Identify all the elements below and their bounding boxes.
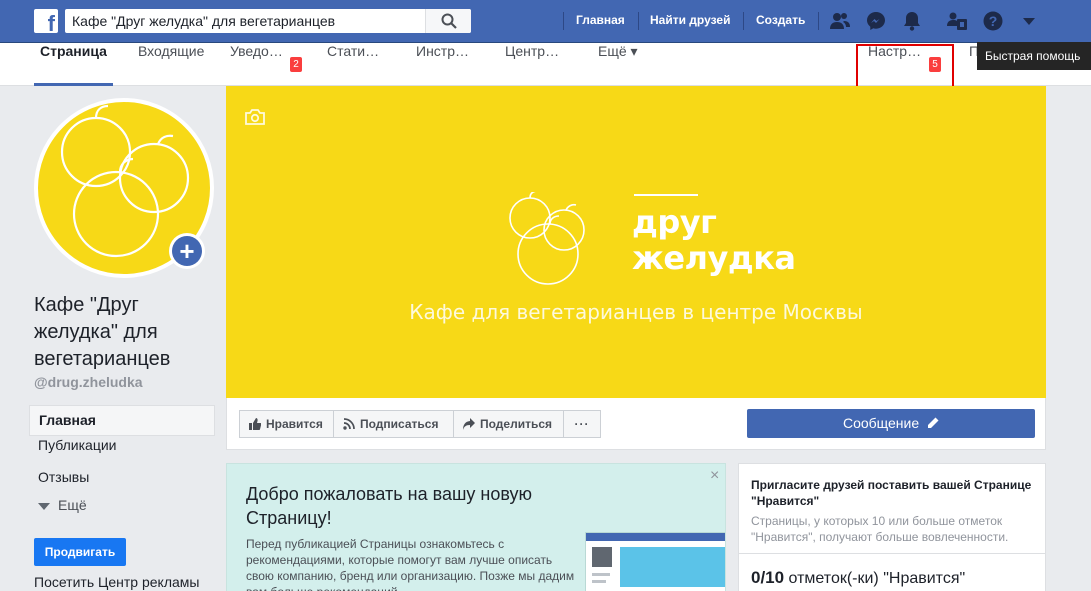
nav-separator bbox=[818, 12, 819, 30]
like-button-label: Нравится bbox=[266, 417, 323, 431]
left-nav-more[interactable]: Ещё bbox=[29, 497, 215, 528]
follow-button-label: Подписаться bbox=[360, 417, 439, 431]
share-arrow-icon bbox=[463, 418, 475, 430]
nav-find-friends-link[interactable]: Найти друзей bbox=[650, 13, 730, 27]
help-icon[interactable]: ? bbox=[982, 10, 1004, 32]
cover-photo[interactable]: друг желудка Кафе для вегетарианцев в це… bbox=[226, 86, 1046, 398]
share-button[interactable]: Поделиться bbox=[453, 410, 564, 438]
left-nav-reviews[interactable]: Отзывы bbox=[29, 469, 215, 500]
cover-apples-icon bbox=[509, 192, 585, 285]
cover-brand-line1: друг bbox=[632, 203, 717, 241]
facebook-logo-icon[interactable]: f bbox=[34, 9, 58, 35]
welcome-text: Перед публикацией Страницы ознакомьтесь … bbox=[246, 537, 575, 591]
left-nav-more-label: Ещё bbox=[58, 497, 87, 513]
likes-count-label: отметок(-ки) "Нравится" bbox=[788, 570, 966, 587]
welcome-panel: × Добро пожаловать на вашу новую Страниц… bbox=[226, 463, 726, 591]
likes-progress: 0/10 отметок(-ки) "Нравится" bbox=[751, 568, 965, 588]
page-handle[interactable]: @drug.zheludka bbox=[34, 374, 143, 390]
divider bbox=[739, 553, 1045, 554]
thumbs-up-icon bbox=[249, 418, 261, 430]
cover-brand-line2: желудка bbox=[632, 239, 796, 277]
left-nav-home[interactable]: Главная bbox=[29, 405, 215, 436]
nav-home-link[interactable]: Главная bbox=[576, 13, 625, 27]
tab-center[interactable]: Центр… bbox=[505, 43, 559, 86]
welcome-title: Добро пожаловать на вашу новую Страницу! bbox=[246, 484, 533, 528]
camera-icon[interactable] bbox=[245, 109, 265, 125]
invite-title: Пригласите друзей поставить вашей Страни… bbox=[751, 478, 1032, 508]
quick-help-page-icon[interactable] bbox=[946, 10, 968, 32]
tab-tools[interactable]: Инстр… bbox=[416, 43, 469, 86]
notifications-icon[interactable] bbox=[901, 10, 923, 32]
invite-text: Страницы, у которых 10 или больше отмето… bbox=[751, 514, 1009, 544]
page-action-bar: Нравится Подписаться Поделиться ··· Сооб… bbox=[226, 398, 1046, 450]
search-box bbox=[65, 9, 471, 33]
pencil-icon bbox=[928, 417, 939, 428]
tab-more[interactable]: Ещё ▾ bbox=[598, 43, 638, 86]
plus-icon: + bbox=[172, 236, 202, 266]
cover-brand-line bbox=[634, 194, 698, 196]
tab-statistics[interactable]: Стати… bbox=[327, 43, 379, 86]
add-photo-button[interactable]: + bbox=[169, 233, 205, 269]
nav-separator bbox=[638, 12, 639, 30]
settings-highlight-box bbox=[856, 44, 954, 88]
chevron-down-icon bbox=[38, 502, 50, 510]
like-button[interactable]: Нравится bbox=[239, 410, 334, 438]
cover-tagline: Кафе для вегетарианцев в центре Москвы bbox=[409, 300, 863, 324]
page-preview-illustration bbox=[585, 532, 725, 591]
friends-icon[interactable] bbox=[829, 10, 851, 32]
tab-notifications[interactable]: Уведо… bbox=[230, 43, 283, 86]
svg-text:?: ? bbox=[989, 13, 998, 29]
ads-center-link[interactable]: Посетить Центр рекламы bbox=[34, 574, 199, 590]
search-button[interactable] bbox=[425, 9, 471, 33]
share-button-label: Поделиться bbox=[480, 417, 553, 431]
follow-button[interactable]: Подписаться bbox=[333, 410, 454, 438]
close-icon[interactable]: × bbox=[710, 467, 719, 485]
left-nav-posts[interactable]: Публикации bbox=[29, 437, 215, 468]
nav-separator bbox=[563, 12, 564, 30]
top-bar: f Главная Найти друзей Создать ? bbox=[0, 0, 1091, 43]
nav-create-link[interactable]: Создать bbox=[756, 13, 805, 27]
rss-icon bbox=[343, 418, 355, 430]
nav-separator bbox=[743, 12, 744, 30]
quick-help-tooltip: Быстрая помощь bbox=[977, 42, 1091, 70]
tab-page[interactable]: Страница bbox=[34, 43, 113, 86]
more-actions-button[interactable]: ··· bbox=[563, 410, 601, 438]
notifications-badge: 2 bbox=[290, 57, 302, 72]
message-button[interactable]: Сообщение bbox=[747, 409, 1035, 438]
chevron-down-icon[interactable] bbox=[1018, 10, 1040, 32]
message-button-label: Сообщение bbox=[842, 415, 920, 431]
promote-button[interactable]: Продвигать bbox=[34, 538, 126, 566]
tab-inbox[interactable]: Входящие bbox=[138, 43, 204, 86]
search-icon bbox=[441, 13, 457, 29]
page-title: Кафе "Друг желудка" для вегетарианцев bbox=[34, 294, 171, 370]
search-input[interactable] bbox=[65, 9, 425, 33]
messenger-icon[interactable] bbox=[865, 10, 887, 32]
likes-count: 0/10 bbox=[751, 568, 785, 587]
invite-friends-panel: Пригласите друзей поставить вашей Страни… bbox=[738, 463, 1046, 591]
